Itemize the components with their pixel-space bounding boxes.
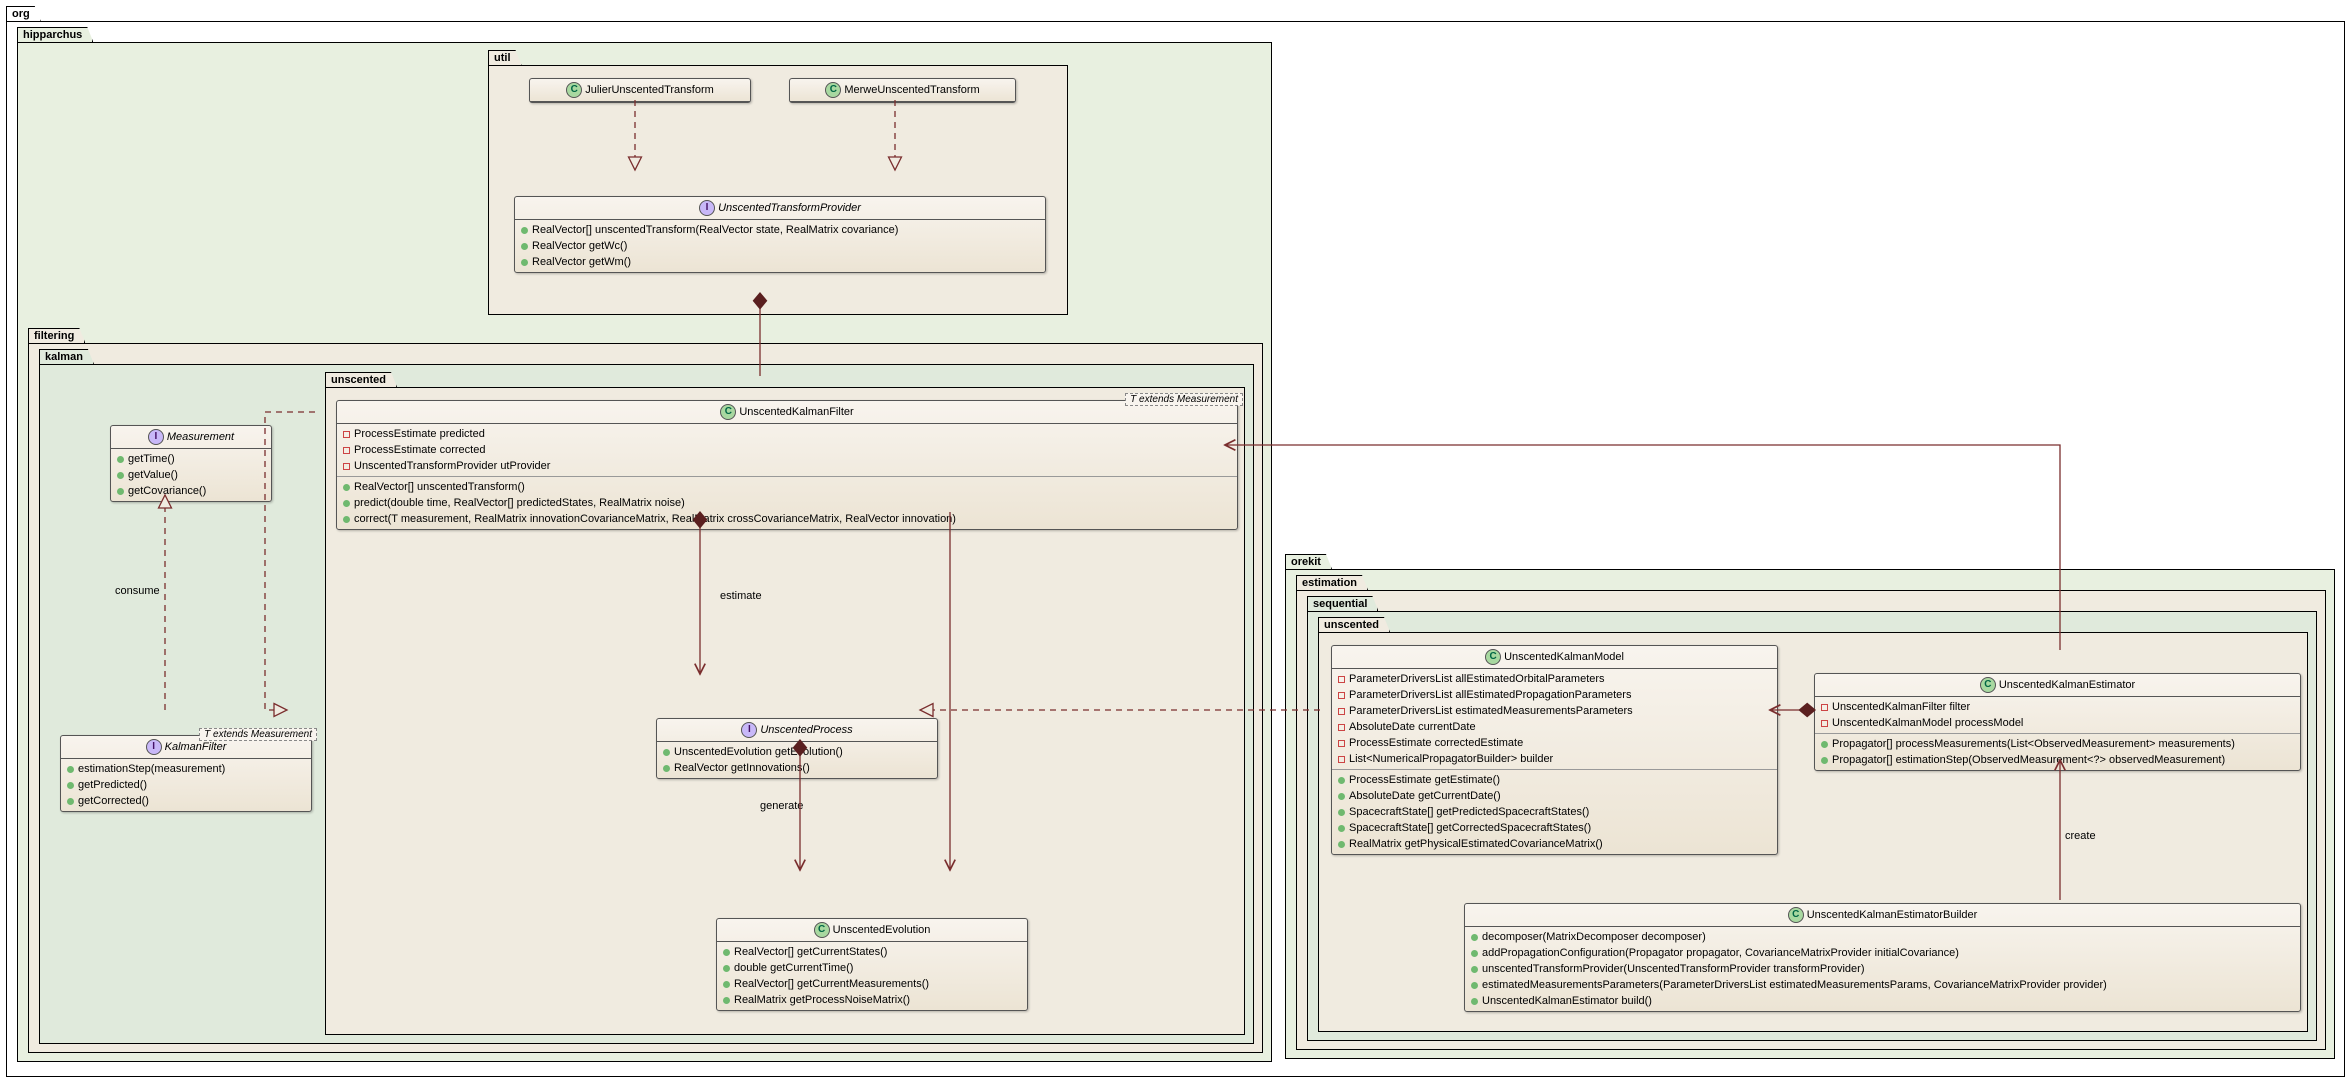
pkg-util: util CJulierUnscentedTransform CMerweUns… — [488, 65, 1068, 315]
class-ukmodel-name: UnscentedKalmanModel — [1504, 651, 1624, 663]
class-ukbuilder-name: UnscentedKalmanEstimatorBuilder — [1807, 909, 1978, 921]
class-ukf-name: UnscentedKalmanFilter — [739, 406, 853, 418]
label-consume: consume — [115, 585, 160, 597]
class-measurement-name: Measurement — [167, 431, 234, 443]
pkg-estimation: estimation sequential unscented CUnscent… — [1296, 590, 2326, 1050]
class-julier: CJulierUnscentedTransform — [529, 78, 751, 103]
class-ukestimator: CUnscentedKalmanEstimator UnscentedKalma… — [1814, 673, 2301, 771]
class-uprocess-name: UnscentedProcess — [760, 724, 852, 736]
pkg-kalman-tab: kalman — [39, 349, 94, 364]
class-ukmodel: CUnscentedKalmanModel ParameterDriversLi… — [1331, 645, 1778, 855]
class-merwe-name: MerweUnscentedTransform — [844, 84, 979, 96]
pkg-org: org hipparchus util CJulierUnscentedTran… — [6, 21, 2345, 1077]
pkg-filtering: filtering kalman IMeasurement getTime() … — [28, 343, 1263, 1053]
class-ukf: T extends Measurement CUnscentedKalmanFi… — [336, 400, 1238, 530]
pkg-sequential-tab: sequential — [1307, 596, 1378, 611]
class-uprocess: IUnscentedProcess UnscentedEvolution get… — [656, 718, 938, 779]
class-ukestimator-name: UnscentedKalmanEstimator — [1999, 679, 2135, 691]
label-generate: generate — [760, 800, 803, 812]
pkg-unscented2-tab: unscented — [1318, 617, 1390, 632]
class-kalmanfilter-name: KalmanFilter — [165, 741, 227, 753]
pkg-filtering-tab: filtering — [28, 328, 85, 343]
pkg-org-tab: org — [6, 6, 41, 21]
class-measurement: IMeasurement getTime() getValue() getCov… — [110, 425, 272, 502]
label-create: create — [2065, 830, 2096, 842]
pkg-util-tab: util — [488, 50, 522, 65]
class-utp-name: UnscentedTransformProvider — [718, 202, 861, 214]
pkg-estimation-tab: estimation — [1296, 575, 1368, 590]
pkg-unscented1-tab: unscented — [325, 372, 397, 387]
class-julier-name: JulierUnscentedTransform — [585, 84, 714, 96]
class-ukbuilder: CUnscentedKalmanEstimatorBuilder decompo… — [1464, 903, 2301, 1012]
pkg-orekit: orekit estimation sequential unscented C… — [1285, 569, 2335, 1059]
pkg-sequential: sequential unscented CUnscentedKalmanMod… — [1307, 611, 2317, 1041]
pkg-kalman: kalman IMeasurement getTime() getValue()… — [39, 364, 1254, 1044]
class-uevolution-name: UnscentedEvolution — [833, 924, 931, 936]
uml-diagram: org hipparchus util CJulierUnscentedTran… — [0, 0, 2351, 1083]
pkg-unscented2: unscented CUnscentedKalmanModel Paramete… — [1318, 632, 2308, 1032]
pkg-unscented1: unscented T extends Measurement CUnscent… — [325, 387, 1245, 1035]
class-merwe: CMerweUnscentedTransform — [789, 78, 1016, 103]
label-estimate: estimate — [720, 590, 762, 602]
class-uevolution: CUnscentedEvolution RealVector[] getCurr… — [716, 918, 1028, 1011]
pkg-hipparchus: hipparchus util CJulierUnscentedTransfor… — [17, 42, 1272, 1062]
kalmanfilter-template: T extends Measurement — [199, 728, 317, 741]
class-utp: IUnscentedTransformProvider RealVector[]… — [514, 196, 1046, 273]
pkg-hipparchus-tab: hipparchus — [17, 27, 93, 42]
pkg-orekit-tab: orekit — [1285, 554, 1332, 569]
ukf-template: T extends Measurement — [1125, 393, 1243, 406]
class-kalmanfilter: T extends Measurement IKalmanFilter esti… — [60, 735, 312, 812]
